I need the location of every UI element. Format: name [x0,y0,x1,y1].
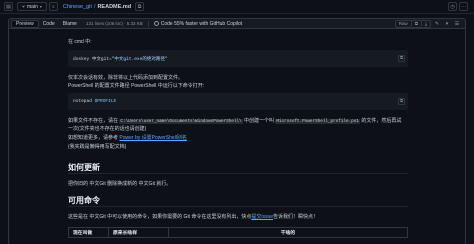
heading-divider [68,206,408,207]
download-icon[interactable]: ⤓ [421,21,430,26]
paragraph-create-file-2: 一次(文件夹也不存在的话也请创建) [68,126,147,132]
create-text-b: 中创建一个叫 [244,118,275,124]
top-right-actions: ◷ ⋯ [448,2,468,11]
table-header-cell: 干啥的 [168,227,408,238]
paragraph-note: (我实践是懒得用写配文档) [68,144,127,150]
heading-divider [68,173,408,174]
branch-selector[interactable]: ⑂ main ▾ [17,2,47,11]
paragraph-create-file: 如果文件不存在，请在 C:\Users\user_name\Documents\… [68,117,401,124]
outline-icon[interactable]: ☰ [453,20,461,28]
paragraph-update: 把你旧的 中文Git 删除换成新的 中文Git 就行。 [68,181,172,187]
create-text-c: 的文件，然后再试 [361,118,402,124]
breadcrumb-separator: / [93,3,96,10]
more-options-icon[interactable]: ⋯ [459,2,468,11]
raw-button[interactable]: Raw [396,21,411,26]
branch-name: main [27,3,38,10]
table-header-cell: 原来长啥样 [108,227,169,238]
breadcrumb: Chinese_git / README.md [63,4,131,10]
code-doskey-prefix: doskey 中文git= [73,56,112,62]
copy-code-icon[interactable]: ⧉ [398,98,405,105]
table-header-row: 现在叫做 原来长啥样 干啥的 [68,227,408,238]
copilot-icon [153,21,159,26]
file-toolbar: Preview Code Blame 131 lines (106 loc) ·… [8,18,466,29]
paragraph-profile-path: PowerShell 的配置文件路径 PowerShell 中运行以下命令打开: [68,83,205,89]
top-bar: ▤ ⑂ main ▾ ⌕ Chinese_git / README.md ⧉ ◷… [0,0,474,14]
code-notepad-var: $PROFILE [94,99,117,104]
copy-icon[interactable]: ⧉ [410,21,421,26]
commands-text-a: 这些是在 中文Git 中可以使用的命令，如果你需要的 Git 命令在这里没有列出… [68,214,252,220]
copilot-text: Code 55% faster with GitHub Copilot [160,20,243,27]
chevron-down-icon[interactable]: ▾ [443,20,451,28]
raw-copy-download-group: Raw ⧉ ⤓ [394,19,431,28]
inline-code-filename: Microsoft.PowerShell_profile.ps1 [275,119,360,124]
sidebar-toggle-icon[interactable]: ▤ [4,2,13,11]
breadcrumb-repo-link[interactable]: Chinese_git [63,4,92,10]
heading-how-to-update: 如何更新 [68,163,100,172]
tab-code[interactable]: Code [39,20,59,28]
paragraph-more-info: 如想知道更多，请参考 Power by 设置PowerShell别名 [68,134,187,141]
code-notepad-cmd: notepad [73,99,92,104]
readme-content: 在 cmd 中: doskey 中文git= "中文git.exe的绝对路径" ⧉… [8,29,466,244]
inline-code-path: C:\Users\user_name\Documents\WindowsPowe… [119,119,243,124]
tab-blame[interactable]: Blame [59,20,81,28]
code-block-notepad: notepad $PROFILE ⧉ [68,93,408,110]
powershell-alias-link[interactable]: Power by 设置PowerShell别名 [119,135,187,141]
commands-table: 现在叫做 原来长啥样 干啥的 [68,227,408,238]
copilot-promo[interactable]: Code 55% faster with GitHub Copilot [153,20,243,27]
heading-available-commands: 可用命令 [68,196,100,205]
branch-icon: ⑂ [22,3,26,10]
breadcrumb-file: README.md [97,3,132,10]
submit-issue-link[interactable]: 提交issue [251,214,273,220]
tab-preview[interactable]: Preview [11,19,39,28]
paragraph-session: 仅本次会话有效，除非将以上代码添加到配置文件。 [68,75,184,81]
more-text: 如想知道更多，请参考 [68,135,119,141]
chevron-down-icon: ▾ [39,4,42,9]
commands-text-b: 告诉我们！瞬快点！ [273,214,319,220]
code-doskey-string: "中文git.exe的绝对路径" [111,56,168,62]
divider [147,20,149,27]
edit-icon[interactable]: ✎ [433,20,441,28]
search-icon[interactable]: ⌕ [48,2,58,11]
create-text-a: 如果文件不存在，请在 [68,118,119,124]
paragraph-commands: 这些是在 中文Git 中可以使用的命令，如果你需要的 Git 命令在这里没有列出… [68,213,318,220]
toolbar-actions: Raw ⧉ ⤓ ✎ ▾ ☰ [394,19,461,28]
copy-code-icon[interactable]: ⧉ [398,55,405,62]
file-meta: 131 lines (106 loc) · 5.33 KB [85,21,143,26]
code-block-doskey: doskey 中文git= "中文git.exe的绝对路径" ⧉ [68,50,408,67]
history-icon[interactable]: ◷ [448,2,457,11]
copy-path-icon[interactable]: ⧉ [135,2,145,11]
paragraph-cmd: 在 cmd 中: [68,39,92,45]
table-header-cell: 现在叫做 [68,227,109,238]
view-tabs: Preview Code Blame [11,19,81,28]
